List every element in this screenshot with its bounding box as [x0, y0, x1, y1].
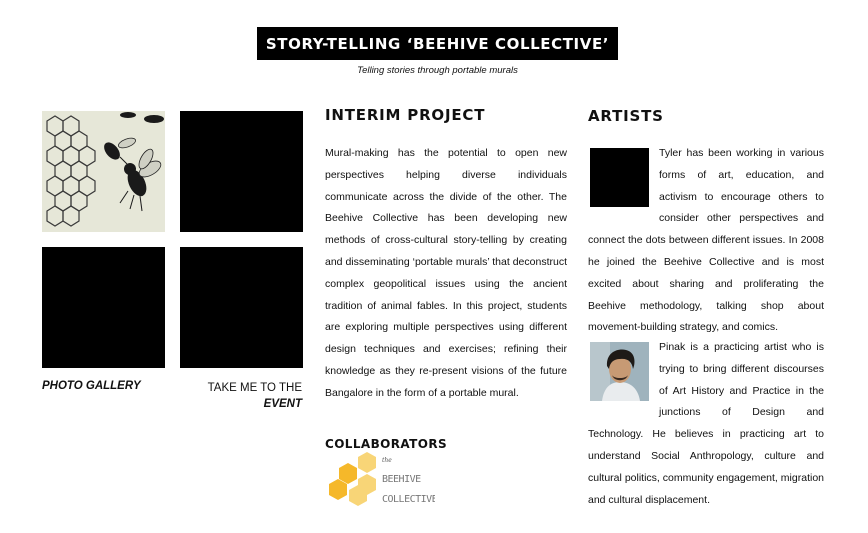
logo-hexagon-1: [339, 463, 357, 484]
logo-text-the: the: [382, 457, 392, 464]
gallery-thumbnail-4[interactable]: [180, 247, 303, 368]
logo-hexagon-2: [358, 452, 376, 473]
collaborators-heading: COLLABORATORS: [325, 437, 448, 451]
artist-bio-pinak: Pinak is a practicing artist who is tryi…: [588, 337, 824, 511]
logo-text-collective: COLLECTIVE: [382, 494, 435, 505]
photo-gallery-link[interactable]: PHOTO GALLERY: [42, 380, 141, 392]
gallery-thumbnail-3[interactable]: [42, 247, 165, 368]
interim-project-text: Mural-making has the potential to open n…: [325, 147, 567, 399]
bee-illustration-image: [42, 111, 165, 232]
event-link[interactable]: TAKE ME TO THE EVENT: [180, 380, 302, 412]
event-link-line2: EVENT: [263, 398, 302, 410]
logo-hexagon-4: [329, 479, 347, 500]
gallery-thumbnail-2[interactable]: [180, 111, 303, 232]
logo-text-beehive: BEEHIVE: [382, 474, 421, 485]
interim-project-heading: INTERIM PROJECT: [325, 106, 486, 124]
portrait-image: [590, 342, 649, 401]
event-link-line1: TAKE ME TO THE: [207, 382, 302, 394]
page-subtitle: Telling stories through portable murals: [357, 65, 518, 76]
artist-photo-pinak: [590, 342, 649, 401]
hexagon-logo-icon: the BEEHIVE COLLECTIVE: [329, 452, 438, 506]
artists-heading: ARTISTS: [588, 107, 664, 125]
artist-bio-tyler: Tyler has been working in various forms …: [588, 143, 824, 339]
gallery-thumbnail-bees[interactable]: [42, 111, 165, 232]
artist-photo-placeholder: [590, 148, 649, 207]
page-title: STORY-TELLING ‘BEEHIVE COLLECTIVE’: [257, 27, 618, 60]
beehive-collective-logo[interactable]: the BEEHIVE COLLECTIVE: [325, 452, 438, 512]
